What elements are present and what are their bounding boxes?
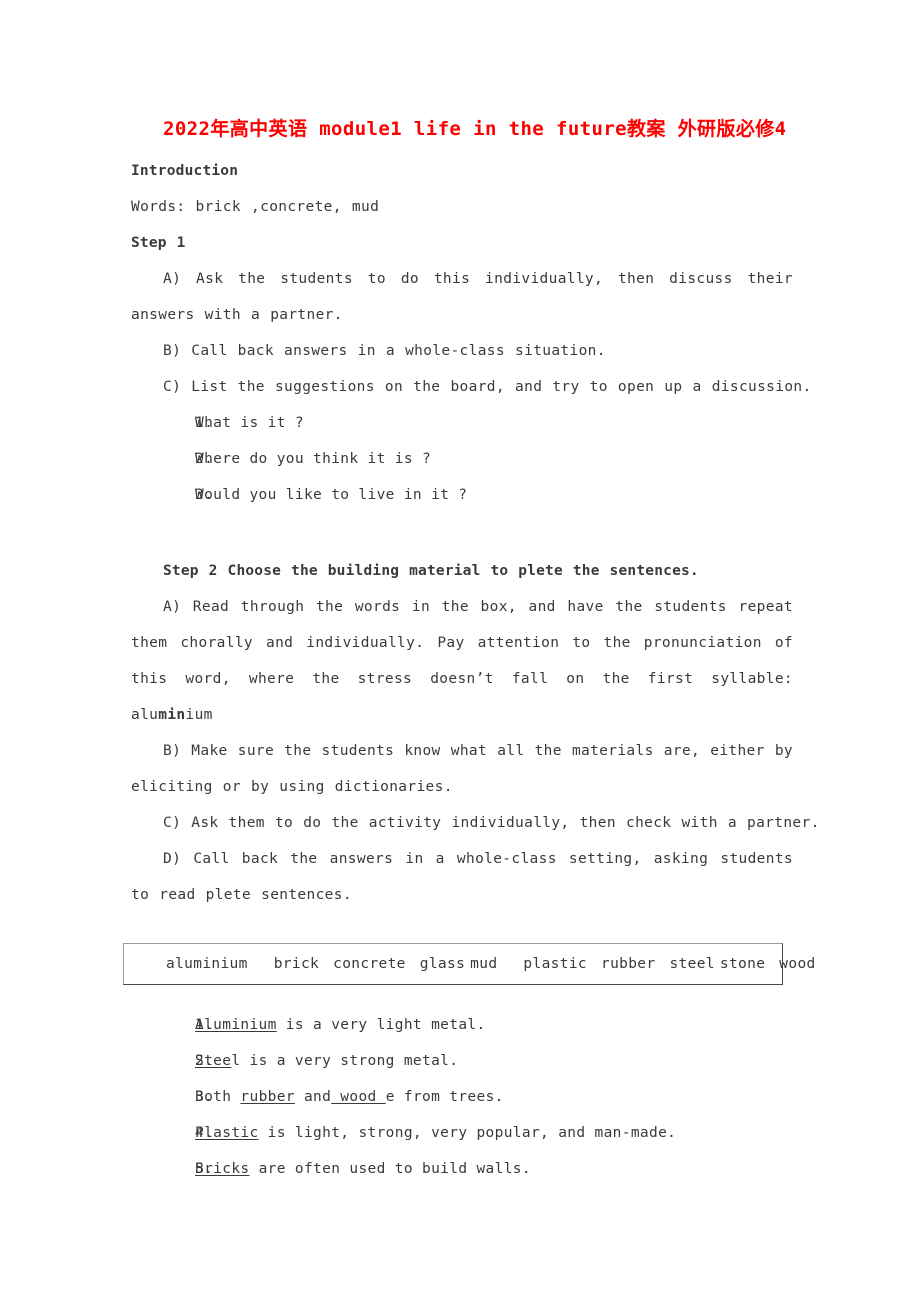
list-number: 1. — [195, 415, 214, 431]
page-title: 2022年高中英语 module1 life in the future教案 外… — [163, 118, 787, 140]
words-line: Words: brick ,concrete, mud — [131, 199, 380, 215]
document-page: 2022年高中英语 module1 life in the future教案 外… — [0, 0, 920, 1302]
answer-blank: Stee — [195, 1053, 232, 1069]
answer-text: is a very light metal. — [276, 1017, 486, 1033]
list-text: Would you like to live in it ? — [195, 487, 468, 503]
step1-question-1: 1.What is it ? — [131, 405, 793, 441]
list-number: 1. — [195, 1017, 214, 1033]
word-bank-item: mud — [470, 956, 498, 972]
answer-blank: wood — [331, 1089, 386, 1105]
section-heading-introduction: Introduction — [131, 163, 239, 179]
step2-item-a-stress: min — [158, 707, 186, 723]
answer-prefix: Both — [195, 1089, 241, 1105]
step2-item-c: C) Ask them to do the activity individua… — [163, 815, 820, 831]
list-text: What is it ? — [195, 415, 304, 431]
step1-item-b: B) Call back answers in a whole-class si… — [163, 343, 606, 359]
list-number: 3. — [195, 487, 214, 503]
answer-row-1: 1.Aluminium is a very light metal. — [131, 1007, 793, 1043]
answer-blank: Bricks — [195, 1161, 250, 1177]
word-bank-item: wood — [779, 956, 816, 972]
list-number: 3. — [195, 1089, 214, 1105]
step1-question-3: 3.Would you like to live in it ? — [131, 477, 793, 513]
word-bank-item: plastic — [523, 956, 587, 972]
word-bank-box: aluminium brick concrete glass mud plastic rub… — [123, 943, 815, 985]
answer-row-2: 2.Steel is a very strong metal. — [131, 1043, 793, 1079]
answer-blank: Aluminium — [195, 1017, 277, 1033]
word-bank-item: rubber — [600, 956, 656, 972]
list-number: 2. — [195, 451, 214, 467]
word-bank-item: concrete — [333, 956, 406, 972]
step1-question-2: 2.Where do you think it is ? — [131, 441, 793, 477]
step2-item-a: A) Read through the words in the box, an… — [131, 589, 793, 733]
answer-blank: rubber — [240, 1089, 295, 1105]
word-bank-item: stone — [719, 956, 766, 972]
step2-item-a-suffix: ium — [185, 707, 213, 723]
word-bank-item: steel — [669, 956, 715, 972]
word-bank-item: glass — [419, 956, 466, 972]
word-bank-item: aluminium — [166, 956, 248, 972]
answer-row-4: 4.Plastic is light, strong, very popular… — [131, 1115, 793, 1151]
answer-text: is light, strong, very popular, and man-… — [258, 1125, 677, 1141]
list-number: 4. — [195, 1125, 214, 1141]
step1-item-a: A) Ask the students to do this individua… — [131, 271, 793, 323]
answer-row-3: 3.Both rubber and wood e from trees. — [131, 1079, 793, 1115]
answer-mid: and — [294, 1089, 332, 1105]
section-heading-step1: Step 1 — [131, 235, 186, 251]
list-number: 5. — [195, 1161, 214, 1177]
answer-row-5: 5.Bricks are often used to build walls. — [131, 1151, 793, 1187]
list-text: Where do you think it is ? — [195, 451, 432, 467]
document-body: 2022年高中英语 module1 life in the future教案 外… — [123, 112, 820, 1187]
step2-item-d: D) Call back the answers in a whole-clas… — [131, 851, 793, 903]
section-heading-step2: Step 2 Choose the building material to p… — [163, 563, 699, 579]
answer-text: l is a very strong metal. — [231, 1053, 459, 1069]
step1-item-c: C) List the suggestions on the board, an… — [163, 379, 812, 395]
answer-text: are often used to build walls. — [249, 1161, 531, 1177]
answer-blank: Plastic — [195, 1125, 259, 1141]
step2-item-a-text: A) Read through the words in the box, an… — [131, 599, 793, 723]
step2-item-b: B) Make sure the students know what all … — [131, 743, 793, 795]
answer-text: e from trees. — [385, 1089, 504, 1105]
word-bank-list: aluminium brick concrete glass mud plastic rub… — [138, 956, 816, 972]
list-number: 2. — [195, 1053, 214, 1069]
word-bank-item: brick — [273, 956, 320, 972]
